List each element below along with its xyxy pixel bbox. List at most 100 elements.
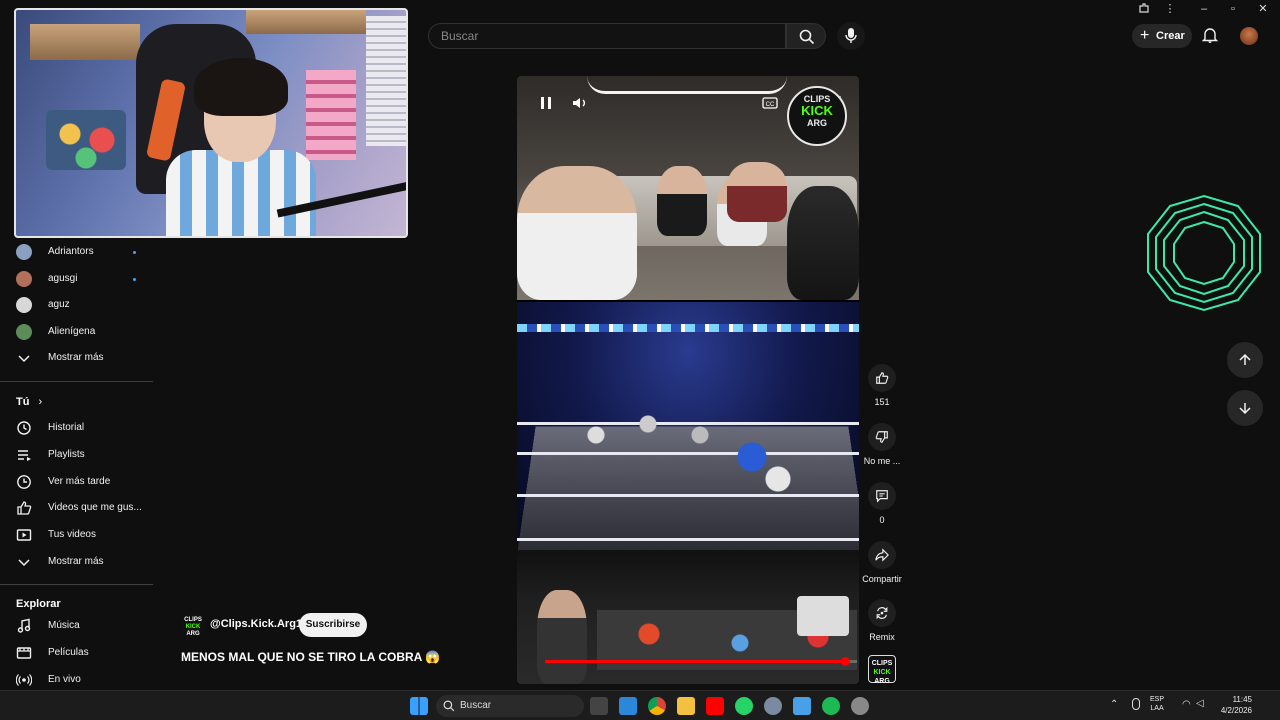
thumb-text-arg: ARG xyxy=(874,678,890,685)
subscribe-button[interactable]: Suscribirse xyxy=(299,613,367,637)
next-short-button[interactable] xyxy=(1227,390,1263,426)
short-video-player[interactable]: CC ⋮ CLIPS KICK ARG xyxy=(517,76,859,684)
whatsapp-icon[interactable] xyxy=(735,697,753,715)
create-button[interactable]: + Crear xyxy=(1132,24,1192,48)
live-icon xyxy=(16,674,32,686)
search-placeholder: Buscar xyxy=(441,29,479,43)
sidebar-item-label: Ver más tarde xyxy=(48,476,111,487)
toys-decoration xyxy=(46,110,126,170)
channel-avatar xyxy=(16,244,32,260)
sidebar-show-more-you[interactable]: Mostrar más xyxy=(16,552,146,572)
progress-fill xyxy=(545,660,845,663)
channel-avatar[interactable]: CLIPS KICK ARG xyxy=(181,613,205,637)
sidebar-item-peliculas[interactable]: Películas xyxy=(16,643,146,663)
sidebar-channel-alienigena[interactable]: Alienígena xyxy=(16,322,146,342)
sidebar-item-musica[interactable]: Música xyxy=(16,616,146,636)
channel-thumbnail[interactable]: CLIPS KICK ARG xyxy=(868,655,896,685)
like-action[interactable]: 151 xyxy=(854,364,910,407)
your-videos-icon xyxy=(16,529,32,541)
wifi-icon[interactable]: ◠ xyxy=(1182,699,1191,710)
volume-button[interactable] xyxy=(571,94,589,112)
speaker-icon[interactable]: ◁ xyxy=(1196,698,1204,709)
chevron-down-icon xyxy=(18,355,30,363)
windows-taskbar: Buscar ⌃ ESP LAA ◠ ◁ 11:45 4/2/2026 xyxy=(0,690,1280,720)
tray-chevron-up-icon[interactable]: ⌃ xyxy=(1110,699,1118,710)
remix-button[interactable] xyxy=(868,599,896,627)
share-action[interactable]: Compartir xyxy=(854,541,910,584)
extensions-icon[interactable] xyxy=(1137,2,1151,16)
avatar-text-clips: CLIPS xyxy=(184,617,202,623)
sidebar-item-en-vivo[interactable]: En vivo xyxy=(16,670,146,690)
chevron-right-icon: › xyxy=(38,396,43,408)
app-icon[interactable] xyxy=(793,697,811,715)
sidebar-you-heading[interactable]: Tú › xyxy=(16,396,42,408)
account-avatar[interactable] xyxy=(1240,27,1258,45)
taskbar-clock[interactable]: 11:45 4/2/2026 xyxy=(1214,694,1252,716)
sidebar-item-label: Alienígena xyxy=(48,326,96,337)
video-progress-bar[interactable] xyxy=(545,657,857,666)
window-blinds xyxy=(366,16,406,146)
comment-icon xyxy=(876,490,888,503)
clips-kick-arg-logo: CLIPS KICK ARG xyxy=(787,86,847,146)
comments-action[interactable]: 0 xyxy=(854,482,910,525)
sidebar-item-liked-videos[interactable]: Videos que me gus... xyxy=(16,498,146,518)
windows-start-icon[interactable] xyxy=(410,697,428,715)
file-explorer-icon[interactable] xyxy=(677,697,695,715)
pause-icon xyxy=(541,97,551,109)
clock-date: 4/2/2026 xyxy=(1220,706,1252,715)
sidebar-item-playlists[interactable]: Playlists xyxy=(16,445,146,465)
volume-icon xyxy=(573,98,585,108)
sidebar-item-label: agusgi xyxy=(48,273,78,284)
pause-button[interactable] xyxy=(537,94,555,112)
sidebar-channel-aguz[interactable]: aguz xyxy=(16,295,146,315)
progress-scrubber[interactable] xyxy=(840,657,850,666)
search-button[interactable] xyxy=(786,23,826,49)
captions-button[interactable]: CC xyxy=(761,94,779,112)
svg-text:CC: CC xyxy=(766,102,775,108)
dislike-button[interactable] xyxy=(868,423,896,451)
previous-short-button[interactable] xyxy=(1227,342,1263,378)
close-icon[interactable]: ✕ xyxy=(1256,2,1270,16)
sidebar-item-tus-videos[interactable]: Tus videos xyxy=(16,525,146,545)
logo-text-arg: ARG xyxy=(807,118,827,128)
taskbar-search[interactable]: Buscar xyxy=(436,695,584,717)
person xyxy=(517,166,637,300)
chrome-icon[interactable] xyxy=(648,697,666,715)
share-button[interactable] xyxy=(868,541,896,569)
sidebar-channel-adriantors[interactable]: Adriantors xyxy=(16,242,146,262)
new-content-dot xyxy=(133,251,136,254)
sidebar-show-more-channels[interactable]: Mostrar más xyxy=(16,348,146,368)
remix-action[interactable]: Remix xyxy=(854,599,910,642)
settings-icon[interactable] xyxy=(764,697,782,715)
channel-handle[interactable]: @Clips.Kick.Arg1 xyxy=(210,618,302,630)
captions-icon: CC xyxy=(762,97,778,109)
sidebar-item-historial[interactable]: Historial xyxy=(16,418,146,438)
lang-line-1: ESP xyxy=(1150,696,1165,703)
spotify-icon[interactable] xyxy=(822,697,840,715)
sidebar-channel-agusgi[interactable]: agusgi xyxy=(16,269,146,289)
sidebar-item-label: Mostrar más xyxy=(48,556,104,567)
tray-microphone-icon[interactable] xyxy=(1132,698,1140,710)
youtube-icon[interactable] xyxy=(706,697,724,715)
sidebar-item-label: Tus videos xyxy=(48,529,96,540)
voice-search-button[interactable] xyxy=(837,22,865,50)
sidebar-item-ver-mas-tarde[interactable]: Ver más tarde xyxy=(16,472,146,492)
search-input[interactable]: Buscar xyxy=(428,23,786,49)
input-language[interactable]: ESP LAA xyxy=(1150,695,1164,713)
create-label: Crear xyxy=(1156,30,1185,42)
like-button[interactable] xyxy=(868,364,896,392)
comments-button[interactable] xyxy=(868,482,896,510)
restore-icon[interactable]: ▫ xyxy=(1226,2,1240,16)
browser-menu-icon[interactable]: ⋮ xyxy=(1163,2,1177,16)
channel-avatar xyxy=(16,297,32,313)
minimize-icon[interactable]: – xyxy=(1197,2,1211,16)
store-icon[interactable] xyxy=(619,697,637,715)
dislike-action[interactable]: No me ... xyxy=(854,423,910,466)
app-icon-2[interactable] xyxy=(851,697,869,715)
movies-icon xyxy=(16,647,32,659)
video-scene-ringside xyxy=(517,550,859,684)
notifications-bell-icon[interactable] xyxy=(1202,27,1218,43)
dislike-label: No me ... xyxy=(863,456,901,466)
person xyxy=(727,162,787,222)
task-view-icon[interactable] xyxy=(590,697,608,715)
